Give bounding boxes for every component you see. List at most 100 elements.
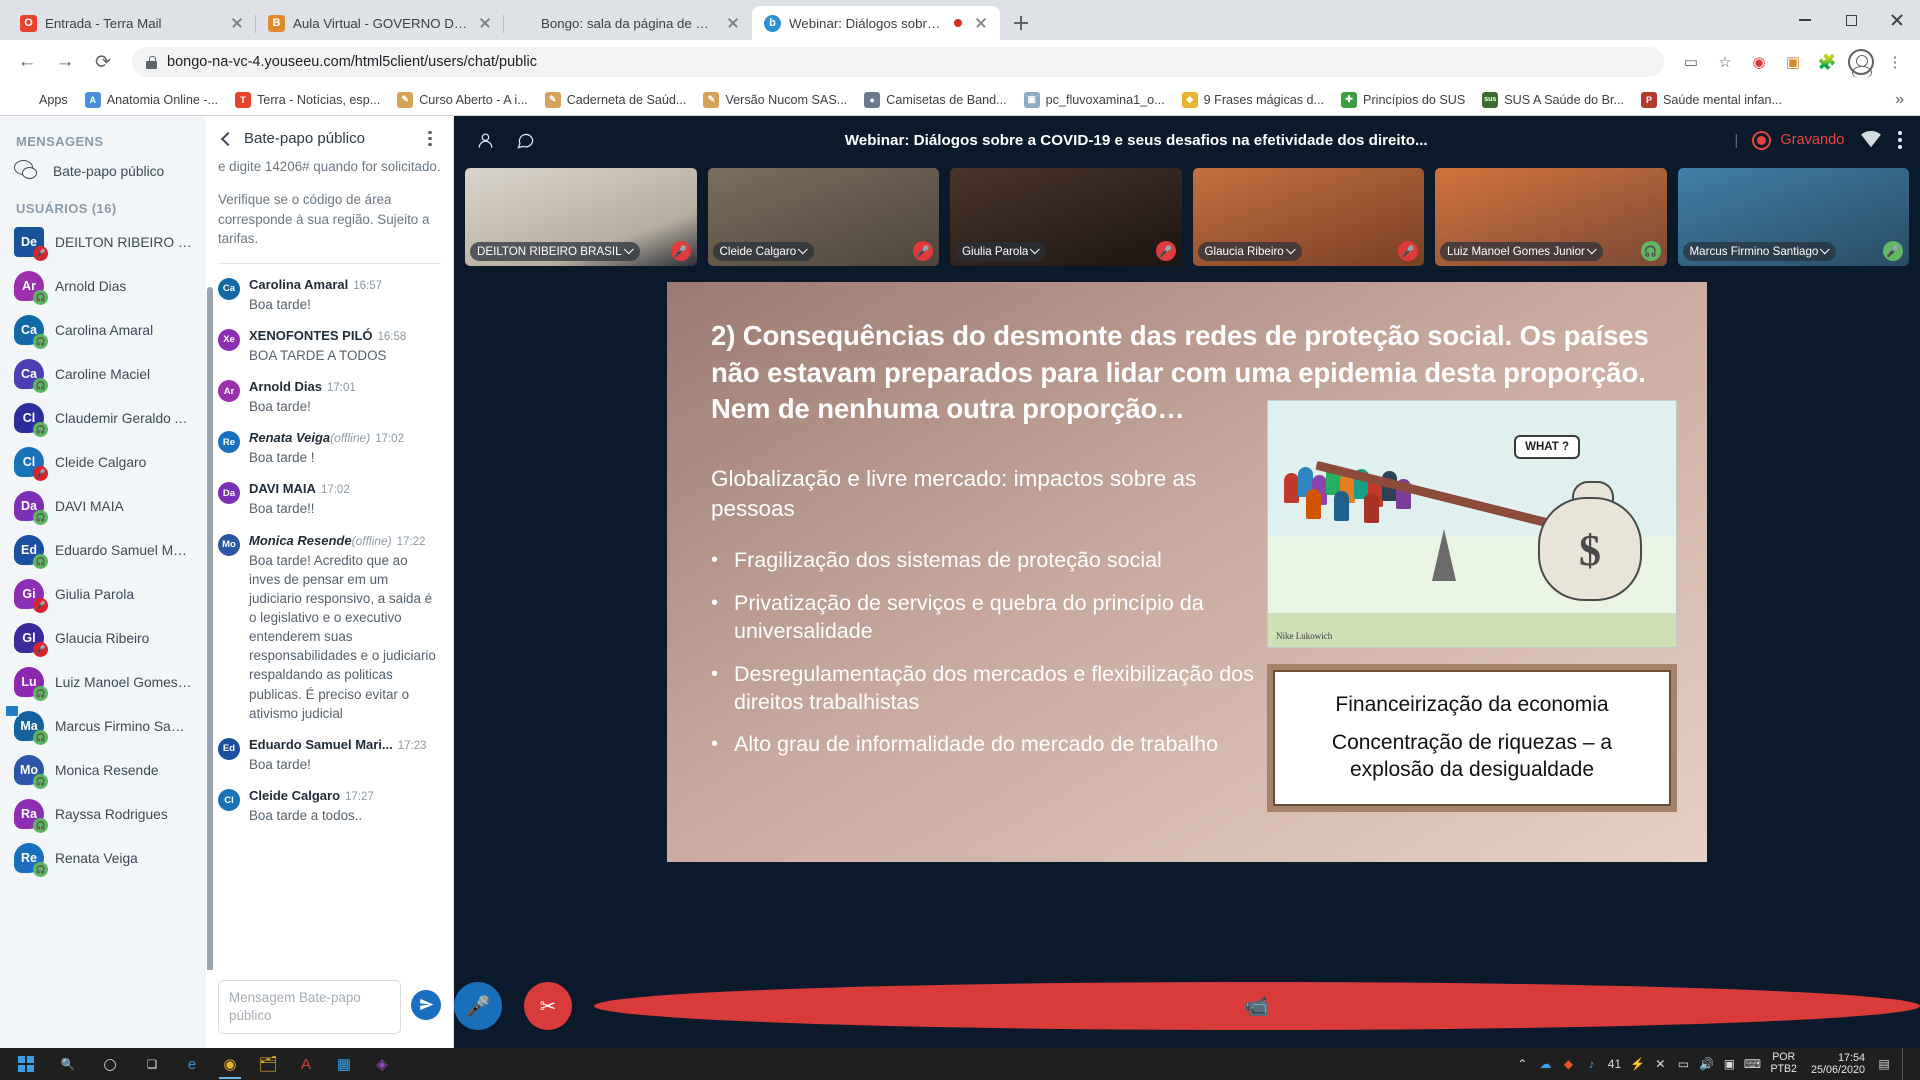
presentation-area[interactable]: 2) Consequências do desmonte das redes d… [454,274,1920,970]
user-list-item[interactable]: Re 🎧 Renata Veiga [0,836,206,880]
message-input[interactable]: Mensagem Bate-papo público [218,979,401,1034]
browser-tab-3[interactable]: b Webinar: Diálogos sobre a C [752,6,1000,40]
webcam-tile[interactable]: Giulia Parola 🎤 [950,168,1182,266]
onedrive-icon[interactable]: ☁ [1537,1056,1553,1072]
user-list-item[interactable]: Ar 🎧 Arnold Dias [0,264,206,308]
acrobat-icon[interactable]: A [288,1048,324,1080]
windows-start-icon[interactable] [6,1048,46,1080]
search-icon[interactable]: 🔍 [48,1048,88,1080]
user-list-item[interactable]: Ca 🎧 Caroline Maciel [0,352,206,396]
chrome-icon[interactable]: ◉ [212,1048,248,1080]
webcam-name-pill[interactable]: Luiz Manoel Gomes Junior [1440,242,1603,261]
cortana-icon[interactable]: ◯ [90,1048,130,1080]
sidebar-item-public-chat[interactable]: Bate-papo público [0,153,206,189]
user-list-item[interactable]: Ra 🎧 Rayssa Rodrigues [0,792,206,836]
user-list-item[interactable]: Da 🎧 DAVI MAIA [0,484,206,528]
close-tab-icon[interactable] [724,14,742,32]
user-list-item[interactable]: Ca 🎧 Carolina Amaral [0,308,206,352]
language-indicator[interactable]: POR PTB2 [1767,1051,1800,1076]
action-center-icon[interactable]: ▤ [1876,1056,1892,1072]
close-tab-icon[interactable] [972,14,990,32]
browser-tab-2[interactable]: Bongo: sala da página de encont [504,6,752,40]
webcam-name-pill[interactable]: Giulia Parola [955,242,1047,261]
puzzle-extension-icon[interactable]: 🧩 [1812,47,1842,77]
webcam-name-pill[interactable]: DEILTON RIBEIRO BRASIL [470,242,640,261]
send-message-button[interactable] [411,989,441,1020]
user-list-item[interactable]: Ed🎧 Eduardo Samuel Marinho [0,528,206,572]
user-list-item[interactable]: Cl 🎤 Cleide Calgaro [0,440,206,484]
user-list-item[interactable]: De🎤 DEILTON RIBEIRO BRASI... [0,220,206,264]
bookmark-item[interactable]: ✎ Curso Aberto - A i... [390,89,535,111]
bookmark-item[interactable]: ✎ Versão Nucom SAS... [696,89,854,111]
close-tab-icon[interactable] [228,14,246,32]
opera-extension-icon[interactable]: ◉ [1744,47,1774,77]
chrome-menu-icon[interactable]: ⋮ [1880,47,1910,77]
webcam-tile[interactable]: DEILTON RIBEIRO BRASIL 🎤 [465,168,697,266]
show-desktop-button[interactable] [1902,1048,1908,1080]
user-list-item[interactable]: Gi 🎤 Giulia Parola [0,572,206,616]
user-list-item[interactable]: Cl🎧 Claudemir Geraldo Ana... [0,396,206,440]
webcam-tile[interactable]: Luiz Manoel Gomes Junior 🎧 [1435,168,1667,266]
camera-button[interactable]: 📹 [594,982,1920,1030]
bookmark-item[interactable]: sus SUS A Saúde do Br... [1475,89,1631,111]
taskbar-clock[interactable]: 17:54 25/06/2020 [1807,1052,1869,1076]
webcam-name-pill[interactable]: Marcus Firmino Santiago [1682,242,1837,261]
chat-scrollbar[interactable] [207,287,213,970]
chat-bubble-icon[interactable] [512,127,538,153]
volume-icon[interactable]: 🔊 [1698,1056,1714,1072]
apps-shortcut[interactable]: Apps [10,89,75,111]
profile-icon[interactable] [1846,47,1876,79]
star-icon[interactable]: ☆ [1710,47,1740,77]
antivirus-icon[interactable]: ◆ [1560,1056,1576,1072]
minimize-window-button[interactable] [1782,5,1828,35]
bookmark-item[interactable]: ✚ Princípios do SUS [1334,89,1472,111]
browser-tab-0[interactable]: O Entrada - Terra Mail [8,6,256,40]
chevron-up-icon[interactable]: ⌃ [1514,1056,1530,1072]
kebab-menu-icon[interactable] [1898,131,1902,149]
webcam-tile[interactable]: Marcus Firmino Santiago 🎤 [1677,168,1909,266]
webcam-tile[interactable]: Cleide Calgaro 🎤 [707,168,939,266]
close-window-button[interactable] [1874,5,1920,35]
bluetooth-icon[interactable]: ✕ [1652,1056,1668,1072]
back-button[interactable]: ← [10,45,44,79]
bookmark-item[interactable]: ✎ Caderneta de Saúd... [538,89,694,111]
reload-button[interactable]: ⟳ [86,45,120,79]
webcam-name-pill[interactable]: Cleide Calgaro [712,242,815,261]
browser-tab-1[interactable]: B Aula Virtual - GOVERNO DE RISC [256,6,504,40]
bookmark-item[interactable]: ◆ 9 Frases mágicas d... [1175,89,1331,111]
file-explorer-icon[interactable]: 🗂 [250,1048,286,1080]
usb-icon[interactable]: ⚡ [1629,1056,1645,1072]
users-icon[interactable] [472,127,498,153]
bookmarks-overflow-icon[interactable]: » [1889,91,1910,109]
close-tab-icon[interactable] [476,14,494,32]
keyboard-icon[interactable]: ⌨ [1744,1056,1761,1072]
lock-extension-icon[interactable]: ▣ [1778,47,1808,77]
new-tab-button[interactable] [1006,8,1036,38]
bookmark-item[interactable]: A Anatomia Online -... [78,89,225,111]
chat-message-list[interactable]: e digite 14206# quando for solicitado. V… [206,157,453,970]
bookmark-item[interactable]: ▣ pc_fluvoxamina1_o... [1017,89,1172,111]
forward-button[interactable]: → [48,45,82,79]
notification-count[interactable]: 41 [1606,1056,1622,1072]
leave-audio-button[interactable]: ✂ [524,982,572,1030]
app5-icon[interactable]: ▦ [326,1048,362,1080]
user-list-item[interactable]: Ma🎧 Marcus Firmino Santiago [0,704,206,748]
edge-icon[interactable]: e [174,1048,210,1080]
network-icon[interactable]: ▣ [1721,1056,1737,1072]
address-bar[interactable]: bongo-na-vc-4.youseeu.com/html5client/us… [132,47,1664,77]
bookmark-item[interactable]: P Saúde mental infan... [1634,89,1789,111]
chevron-left-icon[interactable] [218,131,234,147]
bookmark-item[interactable]: T Terra - Notícias, esp... [228,89,387,111]
task-view-icon[interactable]: ❏ [132,1048,172,1080]
recording-status[interactable]: Gravando [1752,130,1844,150]
microphone-button[interactable]: 🎤 [454,982,502,1030]
maximize-window-button[interactable] [1828,5,1874,35]
webcam-name-pill[interactable]: Glaucia Ribeiro [1197,242,1302,261]
music-icon[interactable]: ♪ [1583,1056,1599,1072]
webcam-tile[interactable]: Glaucia Ribeiro 🎤 [1192,168,1424,266]
cast-icon[interactable]: ▭ [1676,47,1706,77]
app6-icon[interactable]: ◈ [364,1048,400,1080]
kebab-menu-icon[interactable] [423,130,441,147]
user-list-item[interactable]: Gl 🎤 Glaucia Ribeiro [0,616,206,660]
user-list-item[interactable]: Mo 🎧 Monica Resende [0,748,206,792]
